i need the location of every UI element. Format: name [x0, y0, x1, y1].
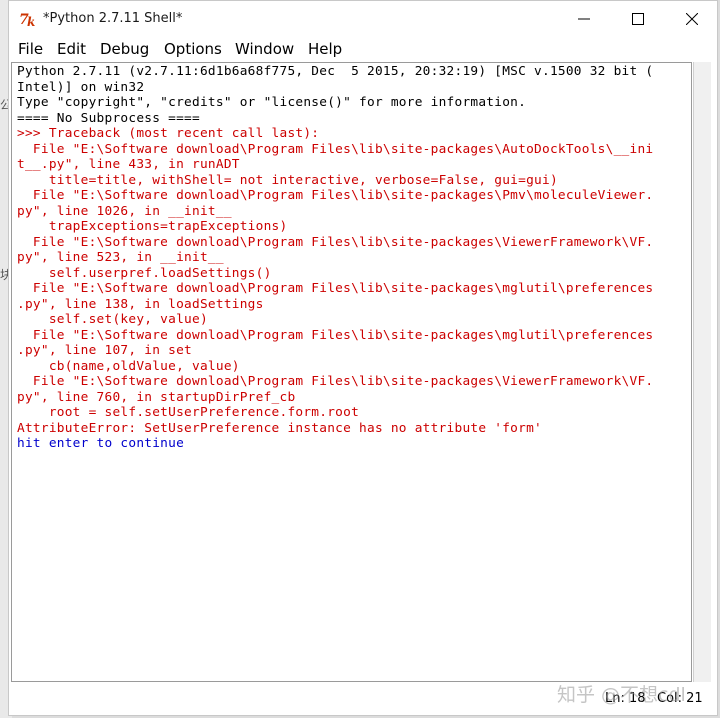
shell-line: File "E:\Software download\Program Files… [17, 188, 654, 203]
menu-edit[interactable]: Edit [57, 40, 86, 58]
shell-line: .py", line 138, in loadSettings [17, 296, 264, 312]
shell-output: Python 2.7.11 (v2.7.11:6d1b6a68f775, Dec… [17, 64, 653, 452]
maximize-icon [632, 13, 644, 25]
shell-line: py", line 760, in startupDirPref_cb [17, 389, 296, 405]
maximize-button[interactable] [611, 1, 665, 37]
menu-help[interactable]: Help [308, 40, 342, 58]
svg-text:k: k [27, 15, 35, 28]
idle-shell-window: 7 k *Python 2.7.11 Shell* File Edit Debu… [8, 0, 718, 716]
shell-line: py", line 1026, in __init__ [17, 203, 232, 219]
shell-line: title=title, withShell= not interactive,… [17, 172, 558, 188]
menu-file[interactable]: File [18, 40, 43, 58]
shell-line: File "E:\Software download\Program Files… [17, 141, 654, 157]
shell-line: root = self.setUserPreference.form.root [17, 405, 360, 420]
window-title: *Python 2.7.11 Shell* [43, 11, 183, 26]
shell-line: self.set(key, value) [17, 312, 208, 327]
shell-line: File "E:\Software download\Program Files… [17, 234, 654, 250]
title-bar[interactable]: 7 k *Python 2.7.11 Shell* [9, 1, 717, 37]
vertical-scrollbar[interactable] [693, 62, 711, 682]
shell-line: AttributeError: SetUserPreference instan… [17, 420, 542, 436]
menu-options[interactable]: Options [164, 40, 222, 58]
menu-debug[interactable]: Debug [100, 40, 149, 58]
menu-window[interactable]: Window [235, 40, 294, 58]
shell-line: hit enter to continue [17, 436, 185, 451]
shell-line: Intel)] on win32 [17, 79, 145, 95]
shell-line: File "E:\Software download\Program Files… [17, 327, 654, 343]
shell-line: self.userpref.loadSettings() [17, 265, 272, 281]
shell-line: Type "copyright", "credits" or "license(… [17, 95, 527, 110]
minimize-button[interactable] [557, 1, 611, 37]
watermark-text: 知乎 @不想cdl [557, 684, 686, 706]
shell-line: t__.py", line 433, in runADT [17, 157, 240, 172]
shell-line: File "E:\Software download\Program Files… [17, 281, 654, 296]
shell-text-area[interactable]: Python 2.7.11 (v2.7.11:6d1b6a68f775, Dec… [11, 62, 692, 682]
shell-line: Python 2.7.11 (v2.7.11:6d1b6a68f775, Dec… [17, 64, 654, 79]
shell-line: cb(name,oldValue, value) [17, 358, 240, 374]
shell-line: >>> Traceback (most recent call last): [17, 126, 320, 141]
shell-line: py", line 523, in __init__ [17, 250, 224, 265]
close-icon [686, 13, 698, 25]
shell-line: File "E:\Software download\Program Files… [17, 374, 654, 389]
shell-line: trapExceptions=trapExceptions) [17, 219, 288, 234]
shell-line: .py", line 107, in set [17, 343, 192, 358]
close-button[interactable] [665, 1, 719, 37]
python-tk-icon: 7 k [19, 12, 35, 28]
menu-bar: File Edit Debug Options Window Help [9, 37, 717, 61]
minimize-icon [578, 18, 590, 20]
shell-line: ==== No Subprocess ==== [17, 110, 200, 126]
